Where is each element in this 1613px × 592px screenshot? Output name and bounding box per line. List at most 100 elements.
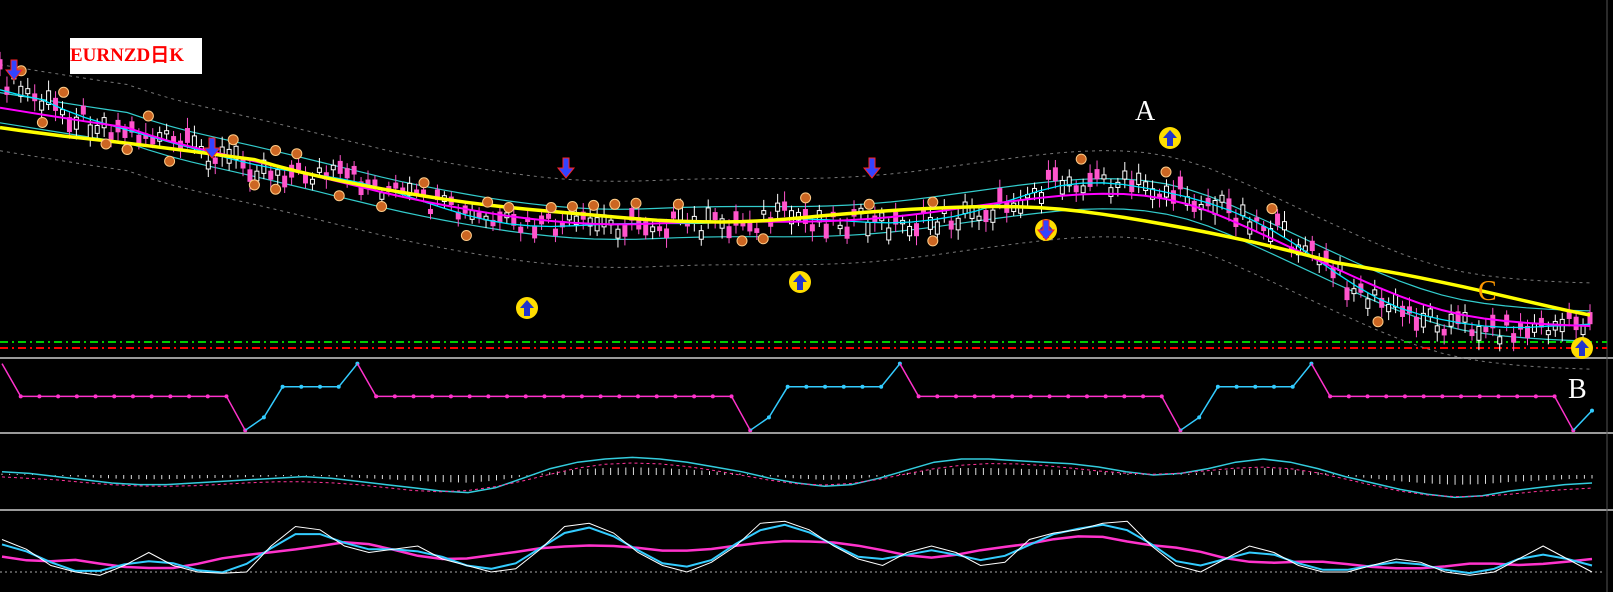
candle-body	[1309, 240, 1315, 252]
symbol-title: EURNZD日K	[70, 38, 202, 74]
candle-body	[1219, 194, 1225, 203]
osc1-segment	[244, 416, 265, 431]
band-upper	[0, 64, 1591, 284]
candle-body	[670, 211, 676, 219]
signal-dot	[1075, 153, 1087, 165]
sell-arrow-icon	[4, 59, 24, 81]
candle-body	[1073, 185, 1079, 193]
candle-body	[421, 189, 427, 195]
candle-body	[865, 221, 871, 237]
candle-body	[1240, 204, 1246, 217]
candle-body	[976, 215, 982, 221]
candle-body	[309, 178, 315, 185]
candle-body	[80, 105, 86, 115]
candle-body	[205, 160, 211, 170]
signal-dot	[545, 202, 557, 214]
candle-body	[705, 207, 711, 222]
candle-body	[1275, 213, 1281, 226]
candle-body	[622, 224, 628, 237]
osc1-segment	[1180, 416, 1200, 431]
candle-body	[886, 227, 892, 241]
signal-dot	[1266, 203, 1278, 215]
osc1-segment	[338, 363, 358, 388]
candle-body	[518, 226, 524, 233]
signal-dot	[270, 183, 282, 195]
osc1-segment	[1572, 410, 1593, 431]
signal-dot	[672, 198, 684, 210]
candle-body	[337, 160, 343, 174]
candle-body	[546, 213, 552, 219]
candle-body	[94, 124, 100, 134]
signal-dot	[418, 177, 430, 189]
signal-dot	[291, 148, 303, 160]
candle-body	[427, 208, 433, 215]
candle-body	[372, 179, 378, 187]
candle-body	[191, 135, 197, 148]
candle-body	[351, 165, 357, 175]
candle-body	[1045, 169, 1051, 180]
annotation-c: C	[1478, 276, 1497, 307]
osc1-segment	[1292, 363, 1312, 388]
signal-dot	[227, 134, 239, 146]
candle-body	[282, 175, 288, 188]
candle-body	[1511, 333, 1517, 343]
osc1-segment	[1161, 395, 1182, 431]
signal-dot	[863, 198, 875, 210]
candle-body	[1413, 316, 1419, 331]
signal-dot	[100, 138, 112, 150]
candle-body	[1525, 326, 1531, 339]
oscillator-2-panel	[1, 456, 1593, 499]
candle-body	[108, 132, 114, 140]
candle-body	[1108, 187, 1114, 197]
candle-body	[184, 128, 190, 143]
candle-body	[1434, 325, 1440, 333]
signal-dot	[164, 155, 176, 167]
osc1-segment	[225, 395, 246, 431]
support-lines	[0, 341, 1607, 349]
signal-dot	[333, 190, 345, 202]
candle-body	[303, 173, 309, 184]
signal-dot	[927, 196, 939, 208]
candle-body	[1087, 172, 1093, 187]
candle-body	[1427, 308, 1433, 318]
candle-body	[997, 188, 1003, 203]
osc1-segment	[749, 416, 770, 431]
candle-body	[657, 226, 663, 232]
price-panel	[0, 51, 1593, 370]
signal-dot	[1160, 166, 1172, 178]
candle-body	[87, 124, 93, 139]
signal-dot	[1372, 316, 1384, 328]
candle-body	[552, 228, 558, 236]
candle-body	[247, 169, 253, 182]
candle-body	[1254, 217, 1260, 222]
candle-body	[1531, 323, 1537, 333]
osc1-segment	[730, 395, 751, 431]
candle-body	[532, 226, 538, 239]
stochastic-panel	[0, 520, 1605, 576]
candle-body	[664, 228, 670, 238]
candle-body	[25, 88, 31, 95]
osc1-segment	[768, 386, 789, 418]
osc1-segment	[880, 363, 901, 388]
candle-body	[330, 164, 336, 171]
signal-dot	[460, 230, 472, 242]
candle-body	[164, 130, 170, 135]
candle-body	[1059, 180, 1065, 195]
candle-body	[844, 226, 850, 239]
candle-body	[1476, 325, 1482, 341]
candle-body	[476, 212, 482, 219]
candle-body	[754, 228, 760, 233]
signal-dot	[503, 202, 515, 214]
candle-body	[955, 217, 961, 231]
candle-body	[1115, 181, 1121, 189]
candle-body	[1462, 312, 1468, 323]
signal-dot	[270, 144, 282, 156]
signal-dot	[142, 110, 154, 122]
candle-body	[726, 226, 732, 239]
candle-body	[53, 97, 59, 111]
candle-body	[344, 168, 350, 179]
chart-stage: A B C EURNZD日K	[0, 0, 1613, 592]
candle-body	[1483, 326, 1489, 333]
candle-body	[1212, 199, 1218, 215]
candle-body	[1281, 221, 1287, 231]
